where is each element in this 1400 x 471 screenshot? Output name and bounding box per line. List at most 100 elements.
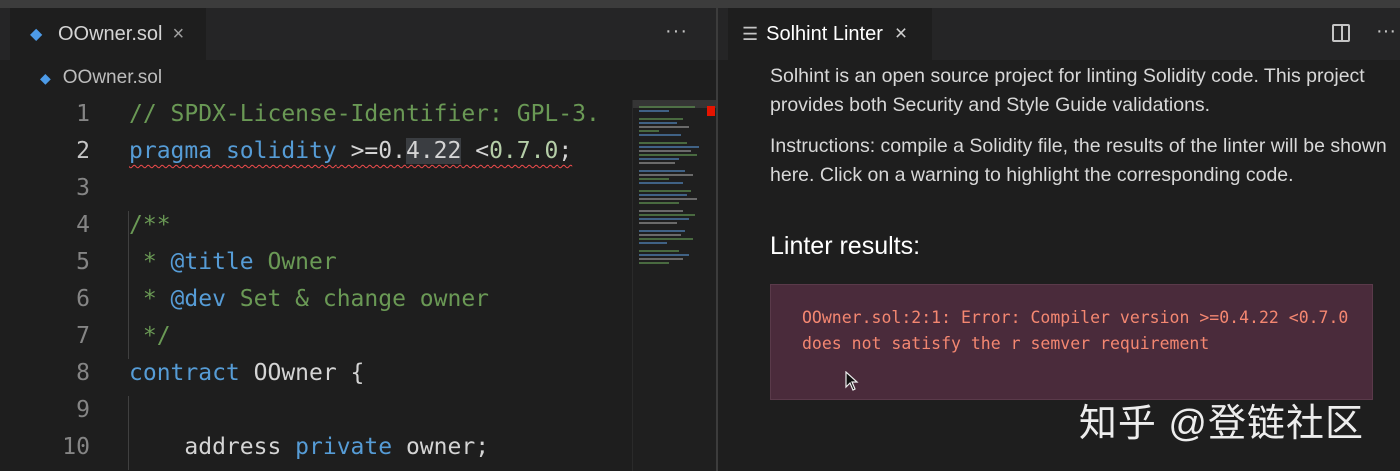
code-line[interactable]: 1 // SPDX-License-Identifier: GPL-3.: [0, 96, 630, 133]
line-number: 9: [76, 397, 90, 423]
code-token: 0.7.0: [489, 138, 559, 164]
code-line[interactable]: 2 pragma solidity >=0.4.22 <0.7.0;: [0, 133, 630, 170]
code-text[interactable]: /**: [129, 212, 171, 238]
code-line[interactable]: 9: [0, 392, 630, 429]
minimap-line: [639, 162, 675, 164]
code-token: pragma: [129, 138, 213, 164]
line-number: 3: [76, 175, 90, 201]
right-editor-group: ☰ Solhint Linter × ··· Solhint is an ope…: [718, 8, 1400, 471]
code-token: @dev: [170, 286, 226, 312]
minimap-line: [639, 170, 685, 172]
tab-solhint-linter[interactable]: ☰ Solhint Linter ×: [728, 8, 932, 60]
close-icon[interactable]: ×: [172, 23, 184, 46]
more-actions-icon[interactable]: ···: [665, 20, 688, 43]
minimap-line: [639, 174, 693, 176]
intro-text: Solhint is an open source project for li…: [770, 65, 1365, 116]
code-token: address: [129, 434, 296, 460]
linter-results-heading: Linter results:: [770, 232, 921, 260]
minimap-line: [639, 202, 679, 204]
minimap-line: [639, 122, 677, 124]
ethereum-icon: ◆: [30, 26, 43, 43]
breadcrumb-label: OOwner.sol: [62, 67, 163, 88]
tab-label: Solhint Linter: [766, 22, 883, 45]
indent-guide: [128, 396, 129, 470]
tab-oowner-sol[interactable]: ◆ OOwner.sol ×: [10, 8, 206, 60]
lint-error-text[interactable]: OOwner.sol:2:1: Error: Compiler version …: [802, 305, 1362, 357]
code-token: @title: [170, 249, 254, 275]
code-token: Set & change owner: [225, 286, 490, 312]
code-token: >=0.: [336, 138, 406, 164]
line-number: 6: [76, 286, 90, 312]
breadcrumb[interactable]: ◆ OOwner.sol: [0, 60, 716, 96]
line-number: 8: [76, 360, 90, 386]
code-token: ;: [558, 138, 573, 164]
left-editor-group: ◆ OOwner.sol × ··· ◆ OOwner.sol 1 // SPDX…: [0, 8, 717, 471]
code-line[interactable]: 3: [0, 170, 630, 207]
minimap-line: [639, 242, 667, 244]
split-editor-icon[interactable]: [1332, 24, 1350, 42]
minimap-line: [639, 238, 693, 240]
minimap-line: [639, 126, 689, 128]
code-token: /**: [129, 212, 171, 238]
minimap-line: [639, 250, 679, 252]
code-text[interactable]: pragma solidity >=0.4.22 <0.7.0;: [129, 138, 572, 164]
minimap-line: [639, 158, 679, 160]
minimap-line: [639, 262, 669, 264]
code-text[interactable]: address private owner;: [129, 434, 489, 460]
code-text[interactable]: * @dev Set & change owner: [129, 286, 489, 312]
left-tab-bar: ◆ OOwner.sol × ···: [0, 8, 716, 60]
minimap-line: [639, 210, 683, 212]
line-number: 4: [76, 212, 90, 238]
minimap-line: [639, 106, 695, 108]
minimap-line: [639, 214, 695, 216]
code-line[interactable]: 10 address private owner;: [0, 429, 630, 466]
code-text[interactable]: * @title Owner: [129, 249, 337, 275]
preview-icon: ☰: [742, 23, 759, 44]
minimap[interactable]: [632, 100, 717, 471]
minimap-line: [639, 198, 697, 200]
minimap-error-marker: [707, 106, 715, 116]
minimap-line: [639, 178, 669, 180]
code-text[interactable]: // SPDX-License-Identifier: GPL-3.: [129, 101, 600, 127]
indent-guide: [128, 211, 129, 359]
code-line[interactable]: 6 * @dev Set & change owner: [0, 281, 630, 318]
code-token: 4.22: [405, 138, 462, 164]
code-token: owner;: [392, 434, 490, 460]
code-line[interactable]: 8 contract OOwner {: [0, 355, 630, 392]
code-token: <: [461, 138, 490, 164]
minimap-line: [639, 134, 681, 136]
minimap-line: [639, 150, 691, 152]
window-top-strip: [0, 0, 1400, 8]
code-text[interactable]: contract OOwner {: [129, 360, 364, 386]
line-number: 1: [76, 101, 90, 127]
code-line[interactable]: 4 /**: [0, 207, 630, 244]
code-token: contract: [129, 360, 240, 386]
code-token: *: [129, 249, 171, 275]
code-token: Owner: [253, 249, 337, 275]
line-number: 2: [76, 138, 90, 164]
code-token: */: [129, 323, 171, 349]
minimap-line: [639, 146, 699, 148]
close-icon[interactable]: ×: [895, 22, 907, 46]
watermark: 知乎 @登链社区: [1078, 403, 1364, 445]
code-token: solidity: [225, 138, 337, 164]
line-number: 7: [76, 323, 90, 349]
minimap-line: [639, 230, 685, 232]
code-text[interactable]: */: [129, 323, 171, 349]
tab-label: OOwner.sol: [58, 22, 163, 45]
minimap-line: [639, 110, 669, 112]
minimap-line: [639, 142, 687, 144]
minimap-line: [639, 154, 697, 156]
code-line[interactable]: 5 * @title Owner: [0, 244, 630, 281]
code-line[interactable]: 7 */: [0, 318, 630, 355]
minimap-line: [639, 254, 689, 256]
lint-error-item[interactable]: OOwner.sol:2:1: Error: Compiler version …: [770, 284, 1373, 400]
minimap-line: [639, 130, 659, 132]
more-actions-icon[interactable]: ···: [1376, 20, 1396, 43]
minimap-line: [639, 222, 677, 224]
code-token: // SPDX-License-Identifier: GPL-3.: [129, 101, 600, 127]
ethereum-icon: ◆: [40, 69, 51, 86]
instructions-text: Instructions: compile a Solidity file, t…: [770, 135, 1387, 186]
minimap-line: [639, 258, 683, 260]
